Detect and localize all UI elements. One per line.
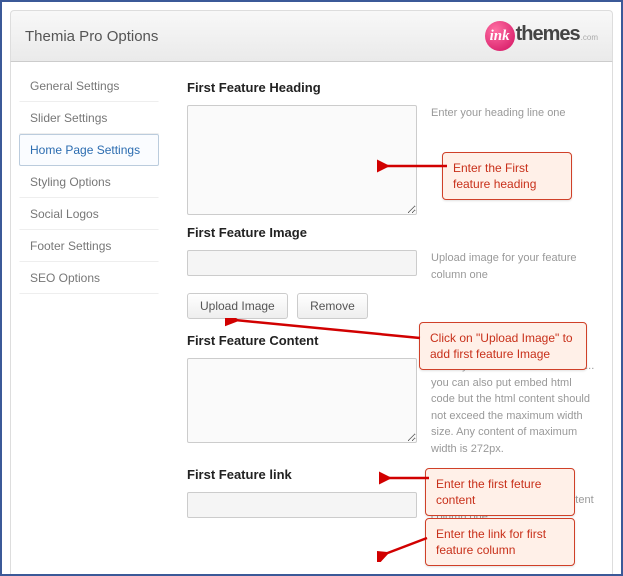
callout-link: Enter the link for first feature column	[425, 518, 575, 566]
logo-text: themes	[516, 23, 580, 46]
brand-logo: ink themes .com	[485, 21, 598, 51]
callout-heading: Enter the First feature heading	[442, 152, 572, 200]
feature-image-hint: Upload image for your feature column one	[431, 250, 596, 283]
section-title-heading: First Feature Heading	[187, 80, 596, 95]
sidebar-item-styling[interactable]: Styling Options	[19, 166, 159, 198]
sidebar-item-general[interactable]: General Settings	[19, 70, 159, 102]
feature-content-input[interactable]	[187, 358, 417, 443]
sidebar-item-seo[interactable]: SEO Options	[19, 262, 159, 294]
feature-content-hint: Paste your feature content here... you c…	[431, 358, 596, 457]
options-content: First Feature Heading Enter your heading…	[167, 62, 612, 576]
logo-suffix: .com	[581, 33, 598, 42]
feature-heading-hint: Enter your heading line one	[431, 105, 596, 122]
logo-mark-icon: ink	[485, 21, 515, 51]
remove-image-button[interactable]: Remove	[297, 293, 368, 319]
upload-image-button[interactable]: Upload Image	[187, 293, 288, 319]
callout-content: Enter the first feture content	[425, 468, 575, 516]
feature-image-path-input[interactable]	[187, 250, 417, 276]
settings-sidebar: General Settings Slider Settings Home Pa…	[11, 62, 167, 576]
options-header: Themia Pro Options ink themes .com	[10, 10, 613, 62]
feature-link-input[interactable]	[187, 492, 417, 518]
callout-upload: Click on "Upload Image" to add first fea…	[419, 322, 587, 370]
sidebar-item-footer[interactable]: Footer Settings	[19, 230, 159, 262]
feature-heading-input[interactable]	[187, 105, 417, 215]
section-title-image: First Feature Image	[187, 225, 596, 240]
sidebar-item-slider[interactable]: Slider Settings	[19, 102, 159, 134]
page-title: Themia Pro Options	[25, 28, 158, 45]
sidebar-item-home-page[interactable]: Home Page Settings	[19, 134, 159, 166]
sidebar-item-social[interactable]: Social Logos	[19, 198, 159, 230]
